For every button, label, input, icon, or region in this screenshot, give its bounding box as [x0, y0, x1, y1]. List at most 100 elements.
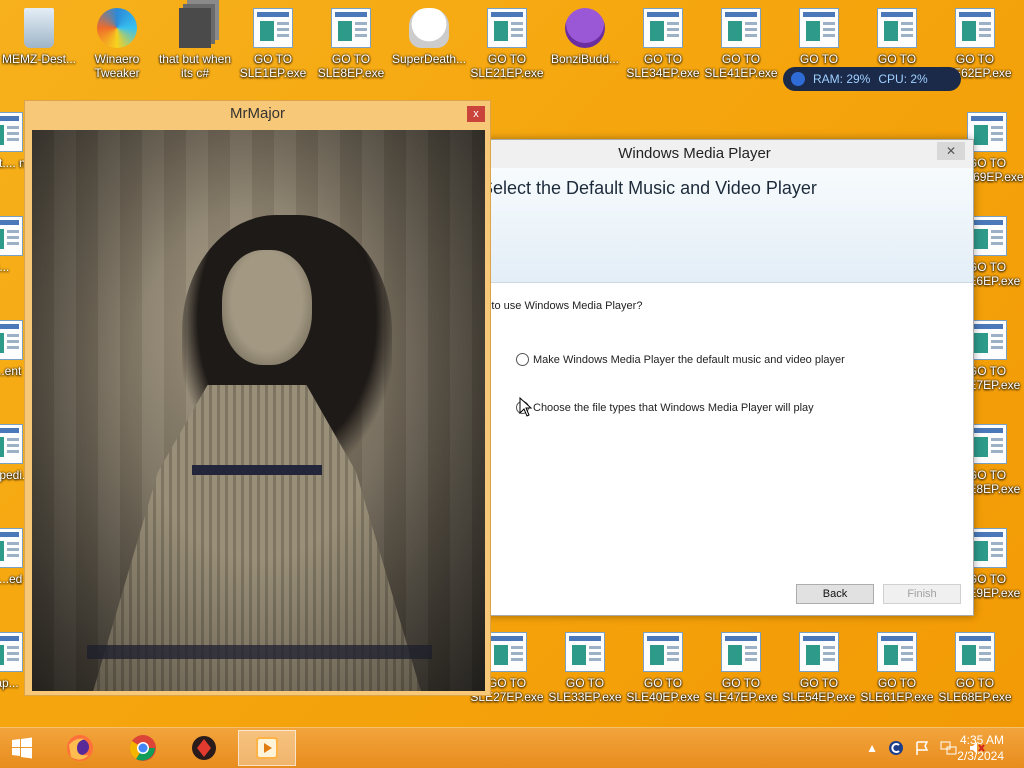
exe-icon: [799, 632, 839, 672]
desktop-icon[interactable]: GO TO SLE34EP.exe: [626, 8, 700, 80]
clock[interactable]: 4:35 AM 2/3/2024: [957, 732, 1004, 764]
mrmajor-close-button[interactable]: x: [467, 106, 485, 122]
firefox-icon: [67, 735, 93, 761]
creepy-doll-image: [32, 130, 485, 691]
exe-icon: [955, 632, 995, 672]
exe-icon: [0, 320, 23, 360]
start-button[interactable]: [0, 730, 44, 766]
exe-icon: [721, 8, 761, 48]
desktop-icon-label: GO TO SLE47EP.exe: [704, 676, 778, 704]
back-button[interactable]: Back: [796, 584, 874, 604]
exe-icon: [721, 632, 761, 672]
mrmajor-window: MrMajor x: [24, 100, 491, 696]
desktop-icon-label: BonziBudd...: [550, 52, 620, 66]
bonzi-icon: [565, 8, 605, 48]
desktop-icon[interactable]: GO TO SLE21EP.exe: [470, 8, 544, 80]
radio-default-player[interactable]: [516, 353, 529, 366]
exe-icon: [643, 632, 683, 672]
system-monitor-widget: RAM: 29% CPU: 2%: [783, 67, 961, 91]
desktop-icon-label: GO TO: [799, 52, 839, 66]
desktop-icon[interactable]: GO TO: [860, 8, 934, 66]
taskbar-chrome[interactable]: [121, 730, 165, 766]
desktop-icon[interactable]: GO TO SLE1EP.exe: [236, 8, 310, 80]
red-app-icon: [192, 736, 216, 760]
exe-icon: [253, 8, 293, 48]
desktop-icon-label: GO TO SLE21EP.exe: [470, 52, 544, 80]
wmp-close-button[interactable]: ✕: [937, 142, 965, 160]
cpu-usage: CPU: 2%: [878, 72, 928, 86]
exe-icon: [0, 528, 23, 568]
exe-icon: [877, 8, 917, 48]
recycle-bin-icon: [24, 8, 54, 48]
desktop-icon[interactable]: GO TO SLE54EP.exe: [782, 632, 856, 704]
desktop-icon[interactable]: GO TO: [782, 8, 856, 66]
taskbar-app[interactable]: [182, 730, 226, 766]
desktop-icon[interactable]: GO TO SLE47EP.exe: [704, 632, 778, 704]
network-icon[interactable]: [940, 740, 958, 756]
mouse-cursor-icon: [519, 397, 533, 417]
windows-logo-icon: [12, 737, 32, 759]
finish-button[interactable]: Finish: [883, 584, 961, 604]
media-player-icon: [256, 737, 278, 759]
exe-icon: [643, 8, 683, 48]
wmp-heading: Select the Default Music and Video Playe…: [481, 178, 817, 198]
exe-icon: [799, 8, 839, 48]
exe-icon: [0, 216, 23, 256]
ram-usage: RAM: 29%: [813, 72, 871, 86]
stack-icon: [179, 8, 211, 48]
option-choose-file-types-label: Choose the file types that Windows Media…: [533, 401, 814, 414]
exe-icon: [565, 632, 605, 672]
wmp-setup-dialog: Windows Media Player ✕ Select the Defaul…: [404, 139, 974, 616]
clock-time: 4:35 AM: [959, 733, 1004, 747]
chrome-icon: [129, 735, 156, 761]
desktop-icon[interactable]: BonziBudd...: [548, 8, 622, 66]
desktop-icon[interactable]: Winaero Tweaker: [80, 8, 154, 80]
exe-icon: [0, 112, 23, 152]
desktop-icon-label: Winaero Tweaker: [94, 52, 140, 80]
desktop-icon-label: GO TO: [877, 52, 917, 66]
desktop-icon-label: GO TO SLE34EP.exe: [626, 52, 700, 80]
option-choose-file-types[interactable]: Choose the file types that Windows Media…: [516, 401, 814, 414]
desktop-icon[interactable]: GO TO SLE68EP.exe: [938, 632, 1012, 704]
desktop-icon-label: GO TO SLE33EP.exe: [548, 676, 622, 704]
desktop-icon[interactable]: GO TO SLE8EP.exe: [314, 8, 388, 80]
desktop-icon-label: GO TO SLE40EP.exe: [626, 676, 700, 704]
desktop-icon-label: GO TO SLE1EP.exe: [239, 52, 307, 80]
winaero-icon: [97, 8, 137, 48]
exe-icon: [0, 632, 23, 672]
desktop-icon-label: MEMZ-Dest...: [2, 52, 76, 66]
action-center-flag-icon[interactable]: [914, 740, 930, 756]
desktop-icon-label: GO TO SLE61EP.exe: [860, 676, 934, 704]
exe-icon: [0, 424, 23, 464]
option-default-player-label: Make Windows Media Player the default mu…: [533, 353, 845, 366]
taskbar-firefox[interactable]: [58, 730, 102, 766]
monitor-icon: [791, 72, 805, 86]
desktop-icon[interactable]: GO TO SLE40EP.exe: [626, 632, 700, 704]
desktop-icon-label: GO TO SLE41EP.exe: [704, 52, 778, 80]
wmp-title: Windows Media Player: [416, 140, 973, 168]
show-hidden-icons-icon[interactable]: ▲: [866, 741, 878, 755]
desktop-icon[interactable]: GO TO SLE33EP.exe: [548, 632, 622, 704]
clock-date: 2/3/2024: [957, 749, 1004, 763]
desktop-icon-label: SuperDeath...: [392, 52, 467, 66]
exe-icon: [487, 8, 527, 48]
taskbar: ▲ 4:35 AM 2/3/2024: [0, 727, 1024, 768]
option-default-player[interactable]: Make Windows Media Player the default mu…: [516, 353, 845, 366]
taskbar-media-player[interactable]: [238, 730, 296, 766]
desktop-icon[interactable]: GO TO SLE61EP.exe: [860, 632, 934, 704]
desktop-icon-label: GO TO SLE8EP.exe: [317, 52, 385, 80]
desktop-icon-label: GO TO SLE54EP.exe: [782, 676, 856, 704]
desktop-icon[interactable]: GO TO SLE41EP.exe: [704, 8, 778, 80]
desktop-icon[interactable]: SuperDeath...: [392, 8, 466, 66]
desktop-icon[interactable]: MEMZ-Dest...: [2, 8, 76, 66]
ccleaner-icon[interactable]: [888, 740, 904, 756]
exe-icon: [331, 8, 371, 48]
desktop-icon[interactable]: that but when its c#: [158, 8, 232, 80]
desktop-icon-label: GO TO SLE68EP.exe: [938, 676, 1012, 704]
exe-icon: [877, 632, 917, 672]
exe-icon: [487, 632, 527, 672]
desktop-icon-label: that but when its c#: [158, 52, 232, 80]
exe-icon: [955, 8, 995, 48]
mrmajor-title: MrMajor: [230, 105, 285, 122]
skull-icon: [409, 8, 449, 48]
